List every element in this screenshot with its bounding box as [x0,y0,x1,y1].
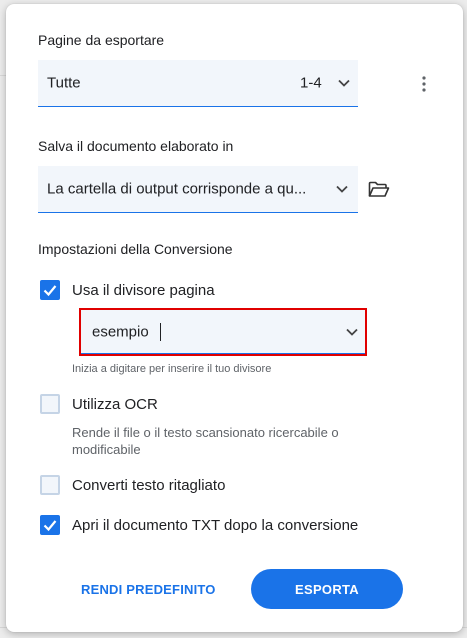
divider-checkbox[interactable] [40,280,60,300]
ocr-description: Rende il file o il testo scansionato ric… [72,425,339,457]
folder-open-icon[interactable] [368,181,390,198]
highlight-box: esempio [79,308,367,356]
divider-checkbox-label: Usa il divisore pagina [72,282,215,299]
chevron-down-icon [338,79,350,87]
save-location-dropdown[interactable]: La cartella di output corrisponde a qu..… [38,166,358,213]
ocr-checkbox[interactable] [40,394,60,414]
checkmark-icon [43,285,57,297]
pages-dropdown[interactable]: Tutte 1-4 [38,60,358,107]
divider-input-value: esempio [92,323,149,340]
ocr-checkbox-label: Utilizza OCR [72,396,158,413]
pages-section-label: Pagine da esportare [38,32,165,48]
cropped-text-checkbox[interactable] [40,475,60,495]
save-location-value: La cartella di output corrisponde a qu..… [47,180,307,198]
more-options-icon[interactable] [418,75,430,93]
set-default-button[interactable]: RENDI PREDEFINITO [81,582,216,597]
chevron-down-icon[interactable] [346,328,358,336]
divider-hint: Inizia a digitare per inserire il tuo di… [72,363,272,375]
chevron-down-icon [336,185,348,193]
conversion-section-label: Impostazioni della Conversione [38,241,233,257]
pages-selected-value: Tutte [47,74,81,92]
text-cursor [160,323,161,341]
save-section-label: Salva il documento elaborato in [38,138,234,154]
divider-input[interactable]: esempio [81,310,365,354]
open-after-checkbox-label: Apri il documento TXT dopo la conversion… [72,517,359,534]
checkmark-icon [43,520,57,532]
export-dialog: Pagine da esportare Tutte 1-4 Salva il d… [6,4,463,632]
export-button[interactable]: ESPORTA [251,569,403,609]
cropped-text-checkbox-label: Converti testo ritagliato [72,477,226,494]
open-after-checkbox[interactable] [40,515,60,535]
pages-range: 1-4 [300,74,322,92]
